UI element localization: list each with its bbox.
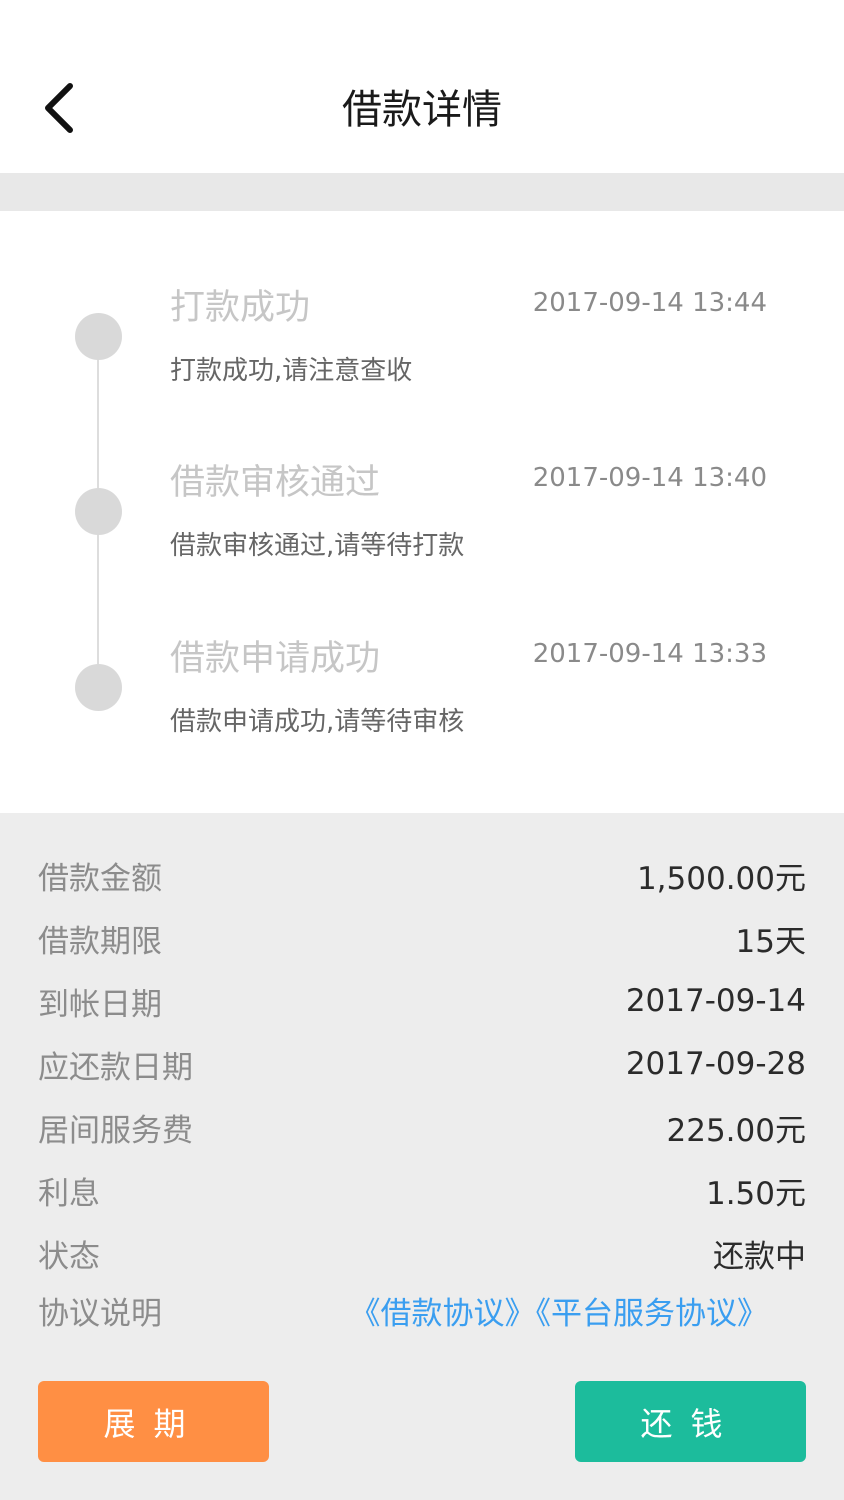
agreement-links: 《借款协议》《平台服务协议》 bbox=[348, 1284, 769, 1343]
loan-agreement-link[interactable]: 《借款协议》 bbox=[350, 1296, 536, 1332]
timeline-item-desc: 借款审核通过,请等待打款 bbox=[170, 531, 465, 561]
row-value: 15天 bbox=[735, 923, 806, 960]
row-label: 借款期限 bbox=[38, 923, 162, 960]
row-value: 2017-09-14 bbox=[625, 983, 806, 1019]
timeline-item-desc: 打款成功,请注意查收 bbox=[170, 356, 413, 386]
extend-button[interactable]: 展期 bbox=[38, 1381, 269, 1462]
row-label: 应还款日期 bbox=[38, 1049, 193, 1086]
row-due-date: 应还款日期 2017-09-28 bbox=[38, 1032, 806, 1096]
timeline-item-title: 打款成功 bbox=[170, 288, 311, 328]
loan-details: 借款金额 1,500.00元 借款期限 15天 到帐日期 2017-09-14 … bbox=[0, 813, 844, 1343]
row-label: 状态 bbox=[38, 1238, 100, 1275]
row-label: 居间服务费 bbox=[38, 1112, 193, 1149]
header-bar: 借款详情 bbox=[0, 0, 844, 173]
section-divider bbox=[0, 173, 844, 211]
row-label: 到帐日期 bbox=[38, 986, 162, 1023]
row-service-fee: 居间服务费 225.00元 bbox=[38, 1095, 806, 1159]
row-status: 状态 还款中 bbox=[38, 1221, 806, 1285]
row-label: 协议说明 bbox=[38, 1296, 162, 1332]
row-agreement: 协议说明 《借款协议》《平台服务协议》 bbox=[38, 1284, 806, 1343]
row-value: 225.00元 bbox=[666, 1112, 806, 1149]
timeline-item-time: 2017-09-14 13:40 bbox=[532, 463, 767, 493]
status-value: 还款中 bbox=[713, 1238, 806, 1275]
timeline-item-title: 借款审核通过 bbox=[170, 463, 381, 503]
timeline-item-applied: 借款申请成功 2017-09-14 13:33 借款申请成功,请等待审核 bbox=[0, 632, 844, 802]
row-loan-amount: 借款金额 1,500.00元 bbox=[38, 843, 806, 907]
timeline-item-disbursed: 打款成功 2017-09-14 13:44 打款成功,请注意查收 bbox=[0, 281, 844, 451]
row-arrival-date: 到帐日期 2017-09-14 bbox=[38, 969, 806, 1033]
timeline-item-title: 借款申请成功 bbox=[170, 639, 381, 679]
row-value: 1,500.00元 bbox=[636, 860, 806, 897]
timeline-item-approved: 借款审核通过 2017-09-14 13:40 借款审核通过,请等待打款 bbox=[0, 456, 844, 626]
timeline-item-time: 2017-09-14 13:33 bbox=[532, 639, 767, 669]
platform-service-agreement-link[interactable]: 《平台服务协议》 bbox=[536, 1296, 769, 1332]
row-interest: 利息 1.50元 bbox=[38, 1158, 806, 1222]
circle-icon bbox=[75, 313, 122, 360]
row-value: 1.50元 bbox=[705, 1175, 806, 1212]
row-label: 利息 bbox=[38, 1175, 100, 1212]
row-value: 2017-09-28 bbox=[625, 1046, 806, 1082]
circle-icon bbox=[75, 664, 122, 711]
page-title: 借款详情 bbox=[342, 87, 502, 133]
repay-button[interactable]: 还钱 bbox=[575, 1381, 806, 1462]
circle-icon bbox=[75, 488, 122, 535]
row-label: 借款金额 bbox=[38, 860, 162, 897]
progress-timeline: 打款成功 2017-09-14 13:44 打款成功,请注意查收 借款审核通过 … bbox=[0, 211, 844, 813]
timeline-item-desc: 借款申请成功,请等待审核 bbox=[170, 707, 465, 737]
timeline-item-time: 2017-09-14 13:44 bbox=[532, 288, 767, 318]
row-loan-term: 借款期限 15天 bbox=[38, 906, 806, 970]
